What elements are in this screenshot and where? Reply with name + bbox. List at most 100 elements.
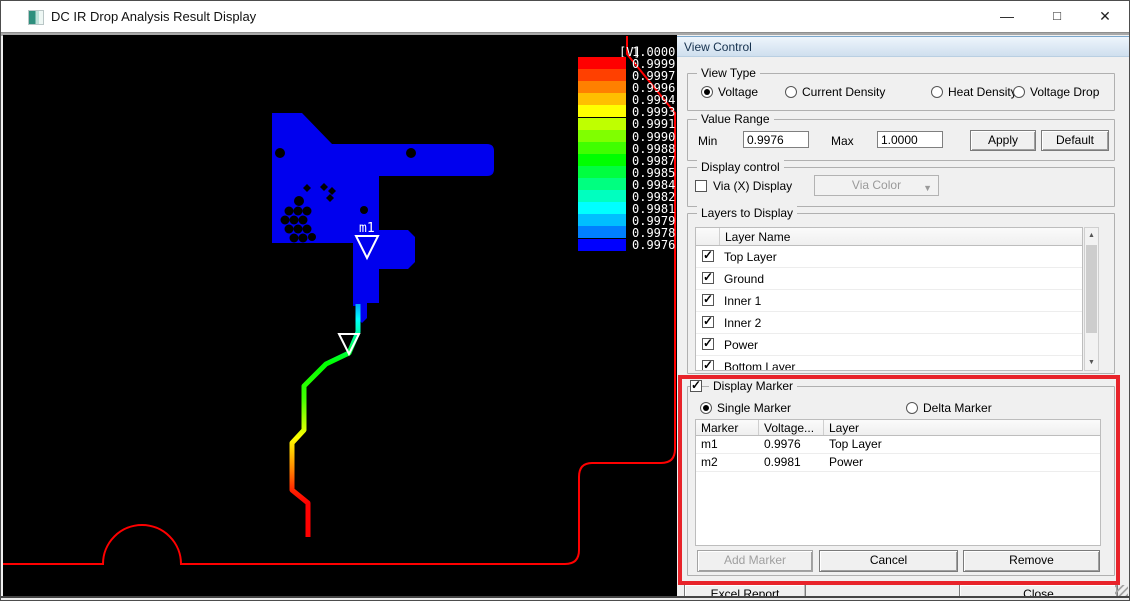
radio-single-marker[interactable]	[700, 402, 712, 414]
radio-current-density[interactable]	[785, 86, 797, 98]
layer-checkbox[interactable]	[702, 250, 714, 262]
radio-voltage-label[interactable]: Voltage	[718, 85, 758, 99]
marker-row[interactable]: m2 0.9981 Power	[696, 454, 1100, 472]
pcb-view-canvas[interactable]: m1 [V] 1.0000 0.9999 0.9997	[3, 35, 677, 596]
scrollbar-thumb[interactable]	[1086, 245, 1097, 333]
layer-name: Inner 1	[724, 294, 761, 308]
chevron-down-icon: ▼	[923, 179, 932, 198]
layer-checkbox[interactable]	[702, 294, 714, 306]
via-display-checkbox[interactable]	[695, 180, 707, 192]
close-button[interactable]: ✕	[1087, 1, 1123, 31]
color-legend: [V] 1.0000 0.9999 0.9997 0.9996 0.9994 0…	[578, 57, 677, 297]
maximize-button[interactable]: □	[1039, 1, 1075, 31]
legend-tick: 0.9996	[632, 81, 675, 94]
cancel-button[interactable]: Cancel	[819, 550, 958, 572]
legend-swatch	[578, 190, 626, 202]
layer-name: Bottom Layer	[724, 360, 795, 371]
layer-row[interactable]: Power	[696, 334, 1082, 356]
max-value-input[interactable]	[877, 131, 943, 148]
layers-table-header: Layer Name	[696, 228, 1082, 246]
scroll-down-icon[interactable]: ▼	[1085, 355, 1098, 370]
ir-drop-trace	[292, 304, 358, 537]
radio-voltage-drop[interactable]	[1013, 86, 1025, 98]
legend-swatch	[578, 239, 626, 251]
display-marker-checkbox[interactable]	[690, 380, 702, 392]
legend-swatch	[578, 142, 626, 154]
layers-table[interactable]: Layer Name Top Layer Ground Inner 1 Inne…	[695, 227, 1083, 371]
display-control-legend: Display control	[697, 160, 784, 174]
via-color-dropdown[interactable]: Via Color ▼	[814, 175, 939, 196]
legend-tick: 0.9987	[632, 154, 675, 167]
legend-swatch	[578, 105, 626, 117]
add-marker-button[interactable]: Add Marker	[697, 550, 813, 572]
legend-tick: 0.9979	[632, 214, 675, 227]
via-color-value: Via Color	[852, 178, 901, 192]
remove-button[interactable]: Remove	[963, 550, 1100, 572]
layers-legend: Layers to Display	[697, 206, 797, 220]
marker-row[interactable]: m1 0.9976 Top Layer	[696, 436, 1100, 454]
default-button[interactable]: Default	[1041, 130, 1109, 151]
radio-voltage-drop-label[interactable]: Voltage Drop	[1030, 85, 1099, 99]
layer-row[interactable]: Inner 1	[696, 290, 1082, 312]
via-display-label[interactable]: Via (X) Display	[713, 179, 792, 193]
display-marker-label[interactable]: Display Marker	[709, 379, 797, 393]
marker-voltage: 0.9981	[764, 455, 801, 469]
bottom-bar-separator	[804, 584, 805, 596]
layer-row[interactable]: Bottom Layer	[696, 356, 1082, 371]
layer-checkbox[interactable]	[702, 316, 714, 328]
panel-header: View Control	[677, 36, 1129, 57]
excel-report-button[interactable]: Excel Report	[684, 584, 806, 596]
scroll-up-icon[interactable]: ▲	[1085, 228, 1098, 243]
legend-tick: 0.9982	[632, 190, 675, 203]
layer-row[interactable]: Ground	[696, 268, 1082, 290]
close-dialog-button[interactable]: Close	[959, 584, 1118, 596]
radio-current-density-label[interactable]: Current Density	[802, 85, 885, 99]
legend-tick: 0.9976	[632, 238, 675, 251]
layer-row[interactable]: Inner 2	[696, 312, 1082, 334]
radio-delta-marker-label[interactable]: Delta Marker	[923, 401, 992, 415]
legend-swatch	[578, 81, 626, 93]
value-range-legend: Value Range	[697, 112, 774, 126]
resize-grip[interactable]	[1115, 585, 1128, 596]
app-window: DC IR Drop Analysis Result Display — □ ✕	[0, 0, 1130, 601]
marker-voltage: 0.9976	[764, 437, 801, 451]
layer-checkbox[interactable]	[702, 360, 714, 371]
apply-button[interactable]: Apply	[970, 130, 1036, 151]
layer-checkbox[interactable]	[702, 272, 714, 284]
layer-name: Ground	[724, 272, 764, 286]
min-label: Min	[698, 134, 717, 148]
layers-check-column	[696, 228, 720, 245]
minimize-button[interactable]: —	[989, 1, 1025, 31]
radio-voltage[interactable]	[701, 86, 713, 98]
layer-column: Layer	[824, 420, 1100, 435]
layers-scrollbar[interactable]: ▲ ▼	[1084, 227, 1099, 371]
marker-column: Marker	[696, 420, 759, 435]
radio-delta-marker[interactable]	[906, 402, 918, 414]
radio-single-marker-label[interactable]: Single Marker	[717, 401, 791, 415]
marker-table-header: Marker Voltage... Layer	[696, 420, 1100, 436]
legend-swatch	[578, 154, 626, 166]
radio-heat-density-label[interactable]: Heat Density	[948, 85, 1017, 99]
view-control-panel: View Control View Type Voltage Current D…	[677, 35, 1129, 596]
pcb-drawing: m1	[3, 35, 677, 596]
radio-heat-density[interactable]	[931, 86, 943, 98]
min-value-input[interactable]	[743, 131, 809, 148]
legend-tick: 0.9981	[632, 202, 675, 215]
panel-title: View Control	[684, 40, 752, 54]
legend-swatch	[578, 226, 626, 238]
marker-id: m2	[701, 455, 718, 469]
layer-name: Top Layer	[724, 250, 777, 264]
marker-layer: Top Layer	[829, 437, 882, 451]
app-icon	[28, 10, 44, 25]
layer-row[interactable]: Top Layer	[696, 246, 1082, 268]
legend-tick: 0.9991	[632, 117, 675, 130]
legend-tick: 0.9997	[632, 69, 675, 82]
layer-name: Inner 2	[724, 316, 761, 330]
legend-swatch	[578, 118, 626, 130]
title-bar[interactable]: DC IR Drop Analysis Result Display — □ ✕	[1, 1, 1129, 32]
marker-table[interactable]: Marker Voltage... Layer m1 0.9976 Top La…	[695, 419, 1101, 546]
legend-tick: 0.9994	[632, 93, 675, 106]
layer-checkbox[interactable]	[702, 338, 714, 350]
layer-name: Power	[724, 338, 758, 352]
legend-swatch	[578, 130, 626, 142]
